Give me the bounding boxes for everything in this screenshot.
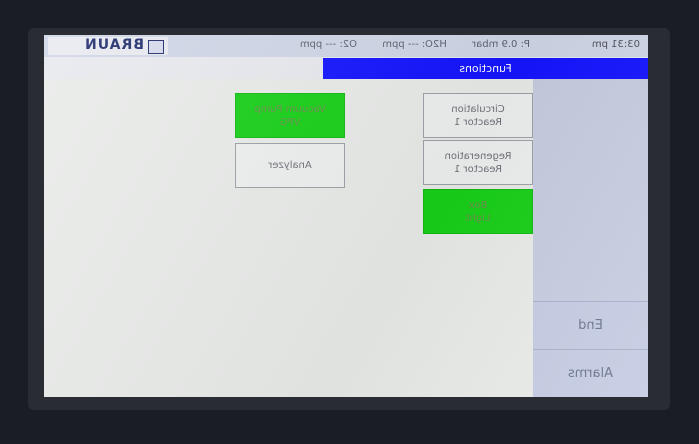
box-light-label: Box Light xyxy=(465,199,491,224)
box-light-button[interactable]: Box Light xyxy=(423,189,533,234)
analyzer-label: Analyzer xyxy=(268,160,312,171)
circulation-label: Circulation Reactor 1 xyxy=(451,103,505,128)
brand-logo: BRAUN xyxy=(48,37,168,55)
status-bar: 03:31 pm P: 0.9 mbar H2O: --- ppm O2: --… xyxy=(44,35,648,58)
vacuum-pump-button[interactable]: Vacuum Pump VPG xyxy=(235,93,345,138)
sensor-readings: P: 0.9 mbar H2O: --- ppm O2: --- ppm xyxy=(278,39,530,50)
page-title: Functions xyxy=(323,58,648,79)
circulation-reactor-button[interactable]: Circulation Reactor 1 xyxy=(423,93,533,138)
mirrored-display: 03:31 pm P: 0.9 mbar H2O: --- ppm O2: --… xyxy=(44,35,648,397)
pressure-reading: P: 0.9 mbar xyxy=(472,39,530,50)
analyzer-button[interactable]: Analyzer xyxy=(235,143,345,188)
clock: 03:31 pm xyxy=(591,39,640,50)
logo-mark-icon xyxy=(148,40,164,54)
regeneration-label: Regeneration Reactor 1 xyxy=(444,150,512,175)
o2-reading: O2: --- ppm xyxy=(299,39,358,50)
regeneration-reactor-button[interactable]: Regeneration Reactor 1 xyxy=(423,140,533,185)
side-panel: End Alarms xyxy=(533,79,648,397)
vacuum-pump-label: Vacuum Pump VPG xyxy=(254,103,326,128)
alarms-button[interactable]: Alarms xyxy=(533,349,648,397)
end-button[interactable]: End xyxy=(533,301,648,349)
hmi-screen: 03:31 pm P: 0.9 mbar H2O: --- ppm O2: --… xyxy=(44,35,648,397)
h2o-reading: H2O: --- ppm xyxy=(382,39,447,50)
logo-text: BRAUN xyxy=(84,37,144,53)
